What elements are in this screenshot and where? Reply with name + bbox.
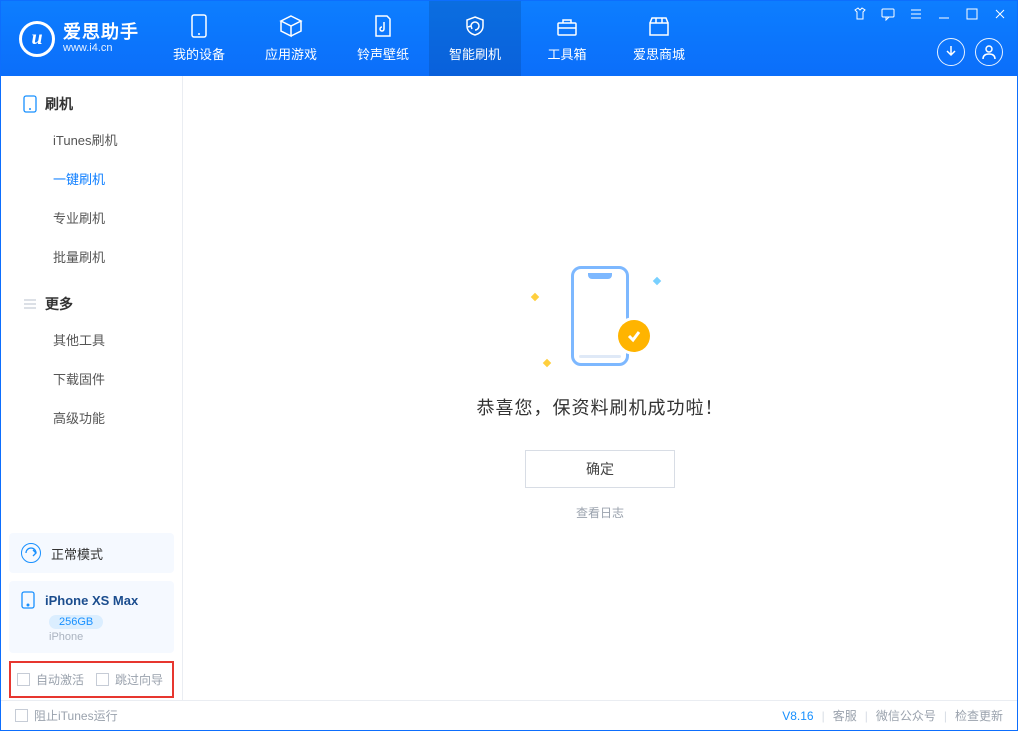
list-icon xyxy=(23,297,37,311)
app-logo: u 爱思助手 www.i4.cn xyxy=(1,1,153,76)
checkbox-skip-wizard[interactable]: 跳过向导 xyxy=(96,671,163,688)
window-controls xyxy=(851,5,1009,23)
success-illustration xyxy=(530,256,670,376)
downloads-button[interactable] xyxy=(937,38,965,66)
phone-graphic-icon xyxy=(571,266,629,366)
header-actions xyxy=(937,38,1003,66)
sidebar-item-oneclick-flash[interactable]: 一键刷机 xyxy=(1,159,182,198)
support-link[interactable]: 客服 xyxy=(833,707,857,724)
sidebar-item-batch-flash[interactable]: 批量刷机 xyxy=(1,237,182,276)
app-url: www.i4.cn xyxy=(63,43,139,54)
app-name: 爱思助手 xyxy=(63,23,139,41)
sidebar-item-itunes-flash[interactable]: iTunes刷机 xyxy=(1,120,182,159)
music-file-icon xyxy=(371,14,395,38)
check-update-link[interactable]: 检查更新 xyxy=(955,707,1003,724)
nav-flash[interactable]: 智能刷机 xyxy=(429,1,521,76)
nav-apps-games[interactable]: 应用游戏 xyxy=(245,1,337,76)
view-log-link[interactable]: 查看日志 xyxy=(576,504,624,521)
sidebar-item-pro-flash[interactable]: 专业刷机 xyxy=(1,198,182,237)
close-button[interactable] xyxy=(991,5,1009,23)
ok-button[interactable]: 确定 xyxy=(525,450,675,488)
toolbox-icon xyxy=(555,14,579,38)
mode-card[interactable]: 正常模式 xyxy=(9,533,174,573)
flash-options-highlighted: 自动激活 跳过向导 xyxy=(9,661,174,698)
tshirt-icon[interactable] xyxy=(851,5,869,23)
store-icon xyxy=(647,14,671,38)
nav-store[interactable]: 爱思商城 xyxy=(613,1,705,76)
device-type: iPhone xyxy=(49,631,162,643)
version-label: V8.16 xyxy=(782,709,813,723)
checkbox-auto-activate[interactable]: 自动激活 xyxy=(17,671,84,688)
checkmark-badge-icon xyxy=(618,320,650,352)
refresh-shield-icon xyxy=(463,14,487,38)
nav-my-device[interactable]: 我的设备 xyxy=(153,1,245,76)
device-icon xyxy=(23,95,37,113)
phone-icon xyxy=(187,14,211,38)
sidebar-item-download-firmware[interactable]: 下载固件 xyxy=(1,359,182,398)
minimize-button[interactable] xyxy=(935,5,953,23)
device-name: iPhone XS Max xyxy=(45,593,138,608)
device-capacity: 256GB xyxy=(49,615,103,629)
sidebar-item-advanced[interactable]: 高级功能 xyxy=(1,398,182,437)
nav-ringtones[interactable]: 铃声壁纸 xyxy=(337,1,429,76)
status-bar: 阻止iTunes运行 V8.16 | 客服 | 微信公众号 | 检查更新 xyxy=(1,700,1017,730)
device-card[interactable]: iPhone XS Max 256GB iPhone xyxy=(9,581,174,653)
top-nav: 我的设备 应用游戏 铃声壁纸 智能刷机 工具箱 爱思商城 xyxy=(153,1,705,76)
sidebar-group-flash: 刷机 xyxy=(1,94,182,120)
account-button[interactable] xyxy=(975,38,1003,66)
title-bar: u 爱思助手 www.i4.cn 我的设备 应用游戏 铃声壁纸 智能刷机 工具箱 xyxy=(1,1,1017,76)
maximize-button[interactable] xyxy=(963,5,981,23)
wechat-link[interactable]: 微信公众号 xyxy=(876,707,936,724)
sidebar-group-more: 更多 xyxy=(1,294,182,320)
checkbox-block-itunes[interactable]: 阻止iTunes运行 xyxy=(15,707,118,724)
main-content: 恭喜您，保资料刷机成功啦！ 确定 查看日志 xyxy=(183,76,1017,700)
nav-toolbox[interactable]: 工具箱 xyxy=(521,1,613,76)
feedback-icon[interactable] xyxy=(879,5,897,23)
cube-icon xyxy=(279,14,303,38)
logo-icon: u xyxy=(19,21,55,57)
sidebar-item-other-tools[interactable]: 其他工具 xyxy=(1,320,182,359)
menu-icon[interactable] xyxy=(907,5,925,23)
mode-icon xyxy=(21,543,41,563)
sidebar: 刷机 iTunes刷机 一键刷机 专业刷机 批量刷机 更多 其他工具 下载固件 … xyxy=(1,76,183,700)
success-message: 恭喜您，保资料刷机成功啦！ xyxy=(477,394,724,420)
phone-outline-icon xyxy=(21,591,35,609)
